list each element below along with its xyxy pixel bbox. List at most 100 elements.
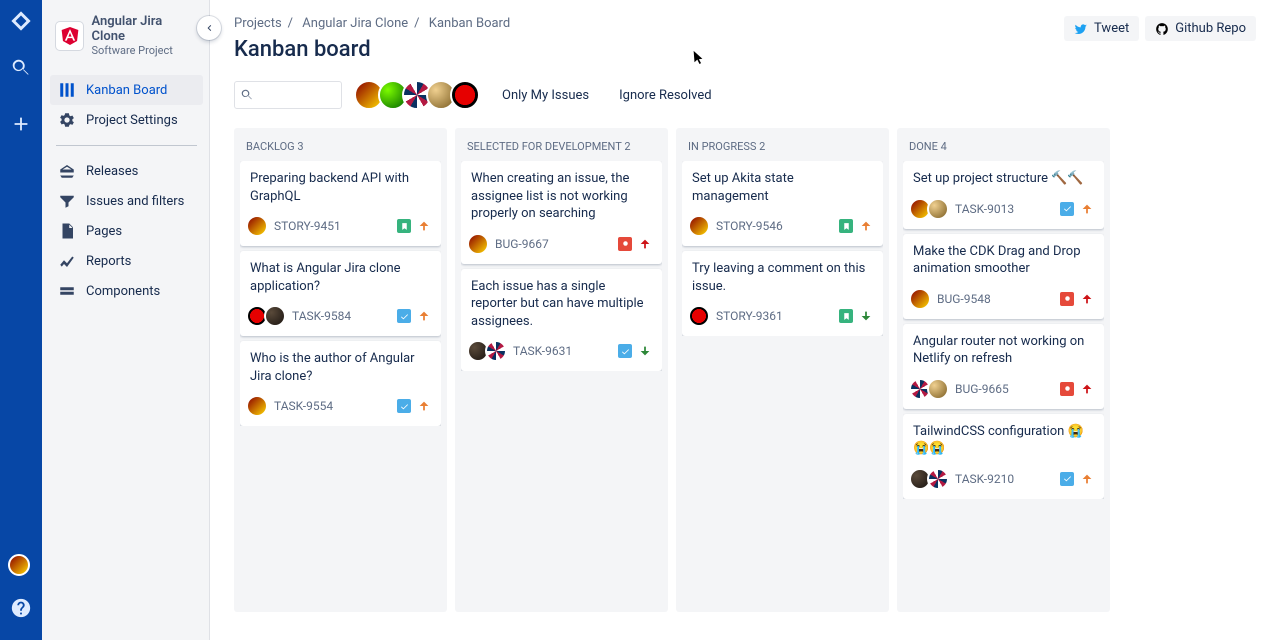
avatar-captain — [485, 340, 507, 362]
help-rail-button[interactable] — [1, 588, 41, 628]
twitter-icon — [1074, 22, 1088, 36]
gear-icon — [58, 111, 76, 129]
filter-icon — [58, 192, 76, 210]
component-icon — [58, 282, 76, 300]
project-subtitle: Software Project — [91, 44, 197, 57]
issue-title: Who is the author of Angular Jira clone? — [250, 350, 431, 385]
task-type-icon — [618, 344, 632, 358]
issue-title: Each issue has a single reporter but can… — [471, 278, 652, 331]
sidebar-label: Pages — [86, 224, 122, 239]
only-my-issues-button[interactable]: Only My Issues — [494, 84, 597, 107]
sidebar-item-reports[interactable]: Reports — [50, 246, 203, 276]
task-type-icon — [1060, 202, 1074, 216]
avatar-fury — [264, 305, 286, 327]
breadcrumb-item[interactable]: Angular Jira Clone — [302, 16, 408, 31]
avatar-captain — [927, 468, 949, 490]
column-body[interactable]: When creating an issue, the assignee lis… — [461, 161, 662, 371]
board-column-selected: SELECTED FOR DEVELOPMENT 2 When creating… — [455, 128, 668, 612]
board-column-backlog: BACKLOG 3 Preparing backend API with Gra… — [234, 128, 447, 612]
angular-logo-icon — [56, 22, 83, 50]
sidebar-label: Kanban Board — [86, 83, 167, 98]
column-body[interactable]: Set up project structure 🔨🔨 TASK-9013 Ma… — [903, 161, 1104, 499]
priority-medium-icon — [859, 219, 873, 233]
issue-key: TASK-9210 — [955, 472, 1014, 486]
priority-medium-icon — [1080, 202, 1094, 216]
priority-high-icon — [1080, 382, 1094, 396]
page-icon — [58, 222, 76, 240]
issue-key: STORY-9361 — [716, 309, 783, 323]
priority-medium-icon — [1080, 472, 1094, 486]
sidebar-item-board[interactable]: Kanban Board — [50, 75, 203, 105]
issue-title: Preparing backend API with GraphQL — [250, 170, 431, 205]
avatar-ironman — [688, 215, 710, 237]
app-rail — [0, 0, 42, 640]
issue-key: STORY-9546 — [716, 219, 783, 233]
column-header: DONE 4 — [903, 136, 1104, 161]
project-sidebar: Angular Jira Clone Software Project Kanb… — [42, 0, 210, 640]
issue-key: TASK-9013 — [955, 202, 1014, 216]
issue-key: BUG-9548 — [937, 292, 991, 306]
priority-medium-icon — [417, 399, 431, 413]
avatar-thor — [927, 378, 949, 400]
issue-title: Set up project structure 🔨🔨 — [913, 170, 1094, 188]
ignore-resolved-button[interactable]: Ignore Resolved — [611, 84, 719, 107]
column-body[interactable]: Preparing backend API with GraphQL STORY… — [240, 161, 441, 426]
issue-key: TASK-9584 — [292, 309, 351, 323]
sidebar-label: Components — [86, 284, 160, 299]
board-column-inprogress: IN PROGRESS 2 Set up Akita state managem… — [676, 128, 889, 612]
avatar-spider[interactable] — [450, 80, 480, 110]
sidebar-item-issues[interactable]: Issues and filters — [50, 186, 203, 216]
sidebar-label: Project Settings — [86, 113, 178, 128]
sidebar-item-releases[interactable]: Releases — [50, 156, 203, 186]
issue-card[interactable]: What is Angular Jira clone application? … — [240, 251, 441, 336]
task-type-icon — [397, 309, 411, 323]
breadcrumb-item[interactable]: Projects — [234, 16, 282, 31]
sidebar-nav: Kanban Board Project Settings Releases I… — [50, 75, 203, 306]
issue-card[interactable]: Preparing backend API with GraphQL STORY… — [240, 161, 441, 246]
issue-card[interactable]: Who is the author of Angular Jira clone?… — [240, 341, 441, 426]
issue-card[interactable]: Angular router not working on Netlify on… — [903, 324, 1104, 409]
issue-card[interactable]: When creating an issue, the assignee lis… — [461, 161, 662, 264]
issue-title: When creating an issue, the assignee lis… — [471, 170, 652, 223]
issue-card[interactable]: Try leaving a comment on this issue. STO… — [682, 251, 883, 336]
issue-card[interactable]: Each issue has a single reporter but can… — [461, 269, 662, 372]
sidebar-label: Reports — [86, 254, 131, 269]
sidebar-item-settings[interactable]: Project Settings — [50, 105, 203, 135]
bug-type-icon — [618, 237, 632, 251]
github-repo-button[interactable]: Github Repo — [1145, 16, 1256, 41]
sidebar-item-pages[interactable]: Pages — [50, 216, 203, 246]
issue-key: TASK-9554 — [274, 399, 333, 413]
avatar-ironman — [246, 395, 268, 417]
issue-key: STORY-9451 — [274, 219, 341, 233]
issue-key: BUG-9667 — [495, 237, 549, 251]
tweet-button[interactable]: Tweet — [1064, 16, 1139, 41]
story-type-icon — [397, 219, 411, 233]
column-body[interactable]: Set up Akita state management STORY-9546… — [682, 161, 883, 336]
create-rail-button[interactable] — [1, 104, 41, 144]
issue-card[interactable]: Make the CDK Drag and Drop animation smo… — [903, 234, 1104, 319]
issue-card[interactable]: Set up Akita state management STORY-9546 — [682, 161, 883, 246]
search-rail-button[interactable] — [1, 48, 41, 88]
board-column-done: DONE 4 Set up project structure 🔨🔨 TASK-… — [897, 128, 1110, 612]
issue-title: TailwindCSS configuration 😭😭😭 — [913, 423, 1094, 458]
bug-type-icon — [1060, 382, 1074, 396]
main-content: Projects/ Angular Jira Clone/ Kanban Boa… — [210, 0, 1280, 640]
search-icon — [240, 88, 254, 102]
priority-low-icon — [859, 309, 873, 323]
sidebar-collapse-button[interactable] — [197, 16, 221, 40]
breadcrumb: Projects/ Angular Jira Clone/ Kanban Boa… — [234, 16, 510, 31]
ship-icon — [58, 162, 76, 180]
issue-title: Make the CDK Drag and Drop animation smo… — [913, 243, 1094, 278]
column-header: BACKLOG 3 — [240, 136, 441, 161]
story-type-icon — [839, 219, 853, 233]
avatar-spider — [688, 305, 710, 327]
issue-card[interactable]: Set up project structure 🔨🔨 TASK-9013 — [903, 161, 1104, 229]
issue-title: Try leaving a comment on this issue. — [692, 260, 873, 295]
avatar-ironman — [467, 233, 489, 255]
issue-card[interactable]: TailwindCSS configuration 😭😭😭 TASK-9210 — [903, 414, 1104, 499]
sidebar-item-components[interactable]: Components — [50, 276, 203, 306]
task-type-icon — [397, 399, 411, 413]
github-icon — [1155, 22, 1169, 36]
current-user-avatar[interactable] — [8, 554, 30, 576]
breadcrumb-item[interactable]: Kanban Board — [429, 16, 510, 31]
